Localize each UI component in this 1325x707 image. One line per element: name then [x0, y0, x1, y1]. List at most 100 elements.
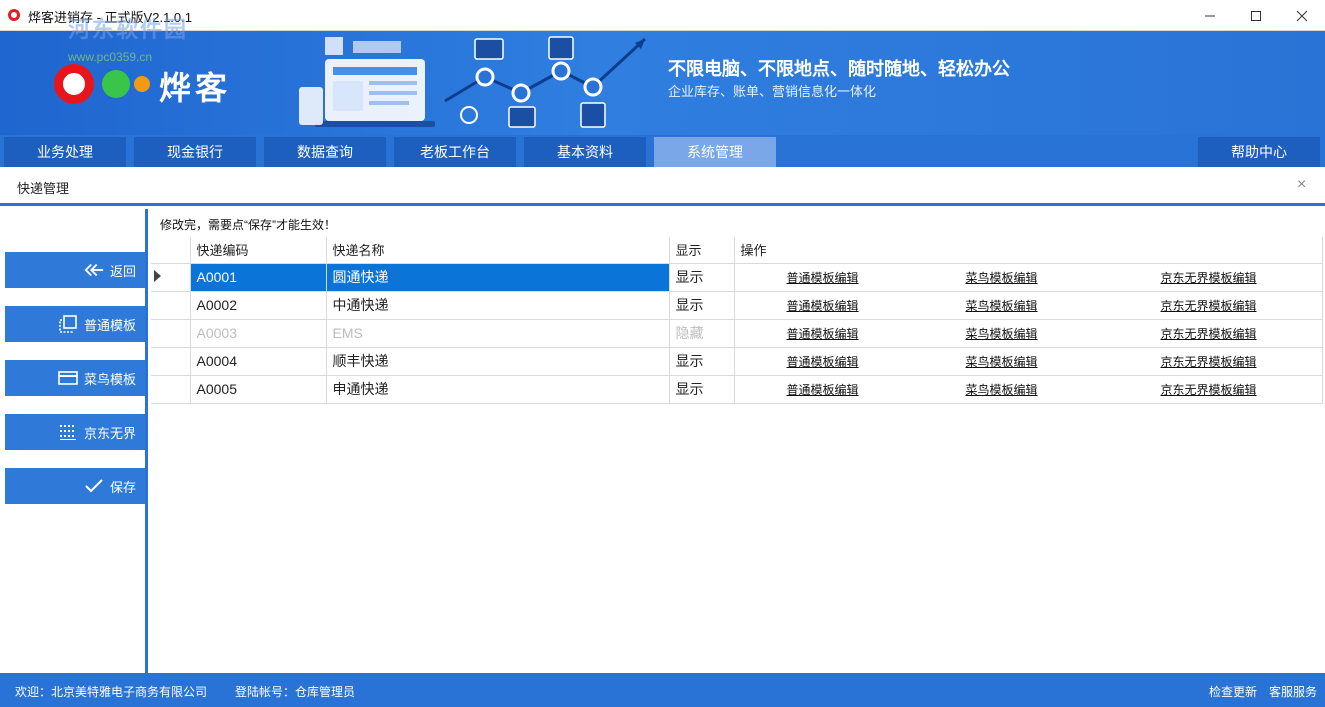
jd-template-edit-link[interactable]: 京东无界模板编辑: [1161, 355, 1257, 369]
cainiao-template-edit-link[interactable]: 菜鸟模板编辑: [966, 327, 1038, 341]
normal-template-edit-link[interactable]: 普通模板编辑: [787, 383, 859, 397]
jd-template-edit-link[interactable]: 京东无界模板编辑: [1161, 299, 1257, 313]
copy-template-icon: [58, 314, 78, 334]
sidebar: 返回 普通模板 菜鸟模板 京东无界 保存: [0, 209, 148, 673]
cainiao-template-edit-link[interactable]: 菜鸟模板编辑: [966, 299, 1038, 313]
window-title: 烨客进销存 - 正式版V2.1.0.1: [28, 10, 192, 25]
column-header-code[interactable]: 快递编码: [190, 237, 327, 264]
cell-operations: 普通模板编辑 菜鸟模板编辑 京东无界模板编辑: [734, 319, 1323, 348]
jd-template-edit-link[interactable]: 京东无界模板编辑: [1161, 383, 1257, 397]
dots-grid-icon: [58, 422, 78, 442]
main-nav: 业务处理 现金银行 数据查询 老板工作台 基本资料 系统管理 帮助中心: [0, 135, 1325, 167]
card-icon: [58, 368, 78, 388]
table-row[interactable]: A0005 申通快递 显示 普通模板编辑 菜鸟模板编辑 京东无界模板编辑: [151, 375, 1323, 404]
back-button-label: 返回: [109, 263, 136, 279]
table-row[interactable]: A0003 EMS 隐藏 普通模板编辑 菜鸟模板编辑 京东无界模板编辑: [151, 319, 1323, 348]
cell-code[interactable]: A0004: [190, 347, 327, 376]
cell-operations: 普通模板编辑 菜鸟模板编辑 京东无界模板编辑: [734, 263, 1323, 292]
table-header-row: 快递编码 快递名称 显示 操作: [151, 237, 1323, 264]
save-button-label: 保存: [109, 479, 136, 495]
header-banner: 烨客 不限电脑、不限地点、随时随地、轻松办公 企业库存、账单、营销信息化一体化: [0, 31, 1325, 135]
table-row[interactable]: A0002 中通快递 显示 普通模板编辑 菜鸟模板编辑 京东无界模板编辑: [151, 291, 1323, 320]
app-logo-icon: [8, 9, 20, 21]
close-icon: [1296, 10, 1308, 21]
cell-name[interactable]: EMS: [326, 319, 670, 348]
customer-service-link[interactable]: 客服服务: [1269, 683, 1317, 700]
logo-orange-circle: [134, 76, 150, 92]
cell-code[interactable]: A0001: [190, 263, 327, 292]
cell-code[interactable]: A0003: [190, 319, 327, 348]
cell-display[interactable]: 显示: [669, 375, 735, 404]
help-center-button[interactable]: 帮助中心: [1198, 137, 1320, 167]
cell-code[interactable]: A0002: [190, 291, 327, 320]
title-bar: 烨客进销存 - 正式版V2.1.0.1: [0, 0, 1325, 31]
banner-illustration: [299, 36, 647, 128]
cell-name[interactable]: 中通快递: [326, 291, 670, 320]
cell-display[interactable]: 显示: [669, 347, 735, 376]
page-title: 快递管理: [17, 181, 70, 196]
check-icon: [84, 476, 104, 496]
column-header-name[interactable]: 快递名称: [326, 237, 670, 264]
tab-business[interactable]: 业务处理: [4, 137, 126, 167]
row-indicator: [151, 263, 191, 292]
save-button[interactable]: 保存: [5, 468, 145, 504]
table-row[interactable]: A0004 顺丰快递 显示 普通模板编辑 菜鸟模板编辑 京东无界模板编辑: [151, 347, 1323, 376]
cell-display[interactable]: 显示: [669, 291, 735, 320]
jd-template-edit-link[interactable]: 京东无界模板编辑: [1161, 327, 1257, 341]
cainiao-template-edit-link[interactable]: 菜鸟模板编辑: [966, 383, 1038, 397]
cainiao-template-button[interactable]: 菜鸟模板: [5, 360, 145, 396]
row-indicator: [151, 375, 191, 404]
save-notice: 修改完，需要点“保存”才能生效！: [160, 218, 336, 232]
cell-name[interactable]: 顺丰快递: [326, 347, 670, 376]
normal-template-edit-link[interactable]: 普通模板编辑: [787, 271, 859, 285]
tab-data-query[interactable]: 数据查询: [264, 137, 386, 167]
welcome-text: 欢迎：北京美特雅电子商务有限公司: [15, 685, 208, 699]
row-indicator-header: [151, 237, 191, 264]
maximize-icon: [1251, 10, 1261, 21]
cell-name[interactable]: 圆通快递: [326, 263, 670, 292]
normal-template-label: 普通模板: [83, 317, 136, 333]
back-button[interactable]: 返回: [5, 252, 145, 288]
cell-name[interactable]: 申通快递: [326, 375, 670, 404]
cell-operations: 普通模板编辑 菜鸟模板编辑 京东无界模板编辑: [734, 291, 1323, 320]
current-row-icon: [154, 270, 161, 282]
jd-wujie-button[interactable]: 京东无界: [5, 414, 145, 450]
column-header-display[interactable]: 显示: [669, 237, 735, 264]
row-indicator: [151, 347, 191, 376]
logo-red-circle: [54, 64, 94, 104]
status-bar: 欢迎：北京美特雅电子商务有限公司 登陆帐号：仓库管理员 检查更新 客服服务: [0, 673, 1325, 707]
cell-display[interactable]: 显示: [669, 263, 735, 292]
banner-slogan: 不限电脑、不限地点、随时随地、轻松办公: [668, 59, 1010, 80]
normal-template-edit-link[interactable]: 普通模板编辑: [787, 299, 859, 313]
tab-cash-bank[interactable]: 现金银行: [134, 137, 256, 167]
banner-subtitle: 企业库存、账单、营销信息化一体化: [668, 84, 877, 99]
logo-green-circle: [102, 70, 130, 98]
cainiao-template-edit-link[interactable]: 菜鸟模板编辑: [966, 355, 1038, 369]
cell-operations: 普通模板编辑 菜鸟模板编辑 京东无界模板编辑: [734, 347, 1323, 376]
courier-panel: 修改完，需要点“保存”才能生效！ 快递编码 快递名称 显示 操作 A0001 圆…: [151, 209, 1325, 673]
normal-template-edit-link[interactable]: 普通模板编辑: [787, 355, 859, 369]
login-account-text: 登陆帐号：仓库管理员: [235, 685, 356, 699]
row-indicator: [151, 319, 191, 348]
close-window-button[interactable]: [1279, 0, 1325, 31]
normal-template-button[interactable]: 普通模板: [5, 306, 145, 342]
cell-display[interactable]: 隐藏: [669, 319, 735, 348]
row-indicator: [151, 291, 191, 320]
cell-code[interactable]: A0005: [190, 375, 327, 404]
minimize-button[interactable]: [1187, 0, 1233, 31]
table-row[interactable]: A0001 圆通快递 显示 普通模板编辑 菜鸟模板编辑 京东无界模板编辑: [151, 263, 1323, 292]
cainiao-template-edit-link[interactable]: 菜鸟模板编辑: [966, 271, 1038, 285]
maximize-button[interactable]: [1233, 0, 1279, 31]
close-page-icon[interactable]: ×: [1297, 176, 1306, 194]
check-update-link[interactable]: 检查更新: [1209, 683, 1257, 700]
normal-template-edit-link[interactable]: 普通模板编辑: [787, 327, 859, 341]
jd-template-edit-link[interactable]: 京东无界模板编辑: [1161, 271, 1257, 285]
cainiao-template-label: 菜鸟模板: [83, 371, 136, 387]
tab-boss-workbench[interactable]: 老板工作台: [394, 137, 516, 167]
courier-table: 快递编码 快递名称 显示 操作 A0001 圆通快递 显示 普通模板编辑 菜鸟模…: [151, 237, 1323, 404]
tab-basic-data[interactable]: 基本资料: [524, 137, 646, 167]
page-header: 快递管理 ×: [0, 167, 1325, 206]
tab-system-management[interactable]: 系统管理: [654, 137, 776, 167]
back-arrows-icon: [84, 260, 104, 280]
column-header-operations: 操作: [734, 237, 1323, 264]
